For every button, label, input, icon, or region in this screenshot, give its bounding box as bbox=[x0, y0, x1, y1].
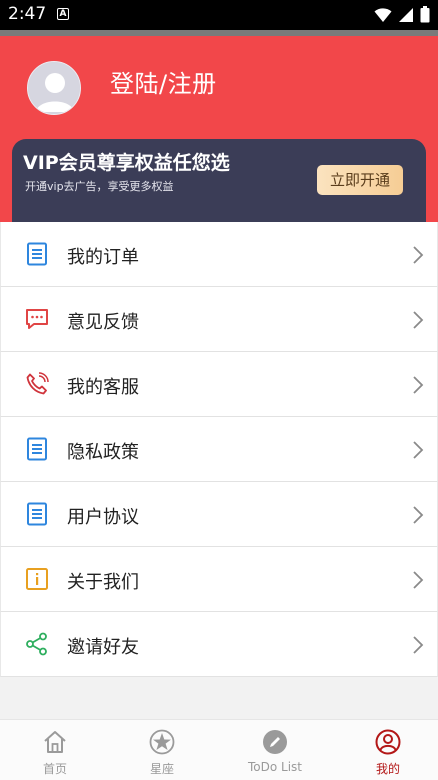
menu-item-privacy[interactable]: 隐私政策 bbox=[0, 417, 438, 482]
default-avatar-icon bbox=[28, 62, 80, 114]
menu-item-label: 用户协议 bbox=[67, 507, 139, 528]
menu-item-feedback[interactable]: 意见反馈 bbox=[0, 287, 438, 352]
info-icon bbox=[26, 568, 48, 590]
message-icon bbox=[26, 309, 48, 329]
home-icon bbox=[44, 731, 66, 753]
chevron-right-icon bbox=[413, 246, 424, 264]
chevron-right-icon bbox=[413, 441, 424, 459]
menu-item-about[interactable]: 关于我们 bbox=[0, 547, 438, 612]
status-time: 2:47 bbox=[8, 4, 47, 24]
tab-home[interactable]: 首页 bbox=[0, 720, 110, 780]
menu-item-orders[interactable]: 我的订单 bbox=[0, 222, 438, 287]
battery-icon bbox=[420, 6, 430, 23]
menu-item-invite[interactable]: 邀请好友 bbox=[0, 612, 438, 677]
tab-label: ToDo List bbox=[247, 760, 302, 774]
tab-label: 星座 bbox=[149, 762, 174, 776]
menu-item-label: 意见反馈 bbox=[67, 312, 139, 333]
document-icon bbox=[27, 242, 47, 266]
bottom-tab-bar: 首页 星座 ToDo List 我的 bbox=[0, 719, 438, 780]
document-icon bbox=[27, 437, 47, 461]
wifi-icon bbox=[374, 7, 392, 22]
tab-label: 我的 bbox=[375, 762, 400, 776]
chevron-right-icon bbox=[413, 376, 424, 394]
avatar[interactable] bbox=[27, 61, 81, 115]
chevron-right-icon bbox=[413, 311, 424, 329]
tab-mine[interactable]: 我的 bbox=[333, 720, 438, 780]
pencil-icon bbox=[263, 730, 287, 754]
vip-title: VIP会员尊享权益任您选 bbox=[23, 152, 230, 174]
tab-todo-list[interactable]: ToDo List bbox=[220, 720, 330, 780]
menu-item-customer-service[interactable]: 我的客服 bbox=[0, 352, 438, 417]
status-icons bbox=[374, 6, 430, 23]
menu-list: 我的订单 意见反馈 我的客服 隐私政策 用户协议 关于我们 邀请好友 bbox=[0, 222, 438, 677]
chevron-right-icon bbox=[413, 636, 424, 654]
phone-icon bbox=[26, 372, 49, 395]
status-bar: 2:47 A bbox=[0, 0, 438, 30]
chevron-right-icon bbox=[413, 571, 424, 589]
menu-item-label: 关于我们 bbox=[67, 572, 139, 593]
share-icon bbox=[26, 632, 47, 656]
menu-item-label: 邀请好友 bbox=[67, 637, 139, 658]
login-register-link[interactable]: 登陆/注册 bbox=[110, 64, 217, 99]
vip-card: VIP会员尊享权益任您选 开通vip去广告，享受更多权益 立即开通 bbox=[12, 139, 426, 223]
menu-item-label: 我的订单 bbox=[67, 247, 139, 268]
profile-header: 登陆/注册 VIP会员尊享权益任您选 开通vip去广告，享受更多权益 立即开通 bbox=[0, 36, 438, 223]
menu-item-label: 我的客服 bbox=[67, 377, 139, 398]
vip-subtitle: 开通vip去广告，享受更多权益 bbox=[25, 180, 174, 193]
signal-icon bbox=[399, 7, 413, 22]
chevron-right-icon bbox=[413, 506, 424, 524]
menu-item-label: 隐私政策 bbox=[67, 442, 139, 463]
profile-icon bbox=[375, 729, 401, 755]
tab-label: 首页 bbox=[42, 762, 67, 776]
tab-constellation[interactable]: 星座 bbox=[107, 720, 217, 780]
vip-open-button[interactable]: 立即开通 bbox=[317, 165, 403, 195]
notification-icon: A bbox=[57, 8, 69, 20]
menu-item-user-agreement[interactable]: 用户协议 bbox=[0, 482, 438, 547]
star-icon bbox=[149, 729, 175, 755]
document-icon bbox=[27, 502, 47, 526]
